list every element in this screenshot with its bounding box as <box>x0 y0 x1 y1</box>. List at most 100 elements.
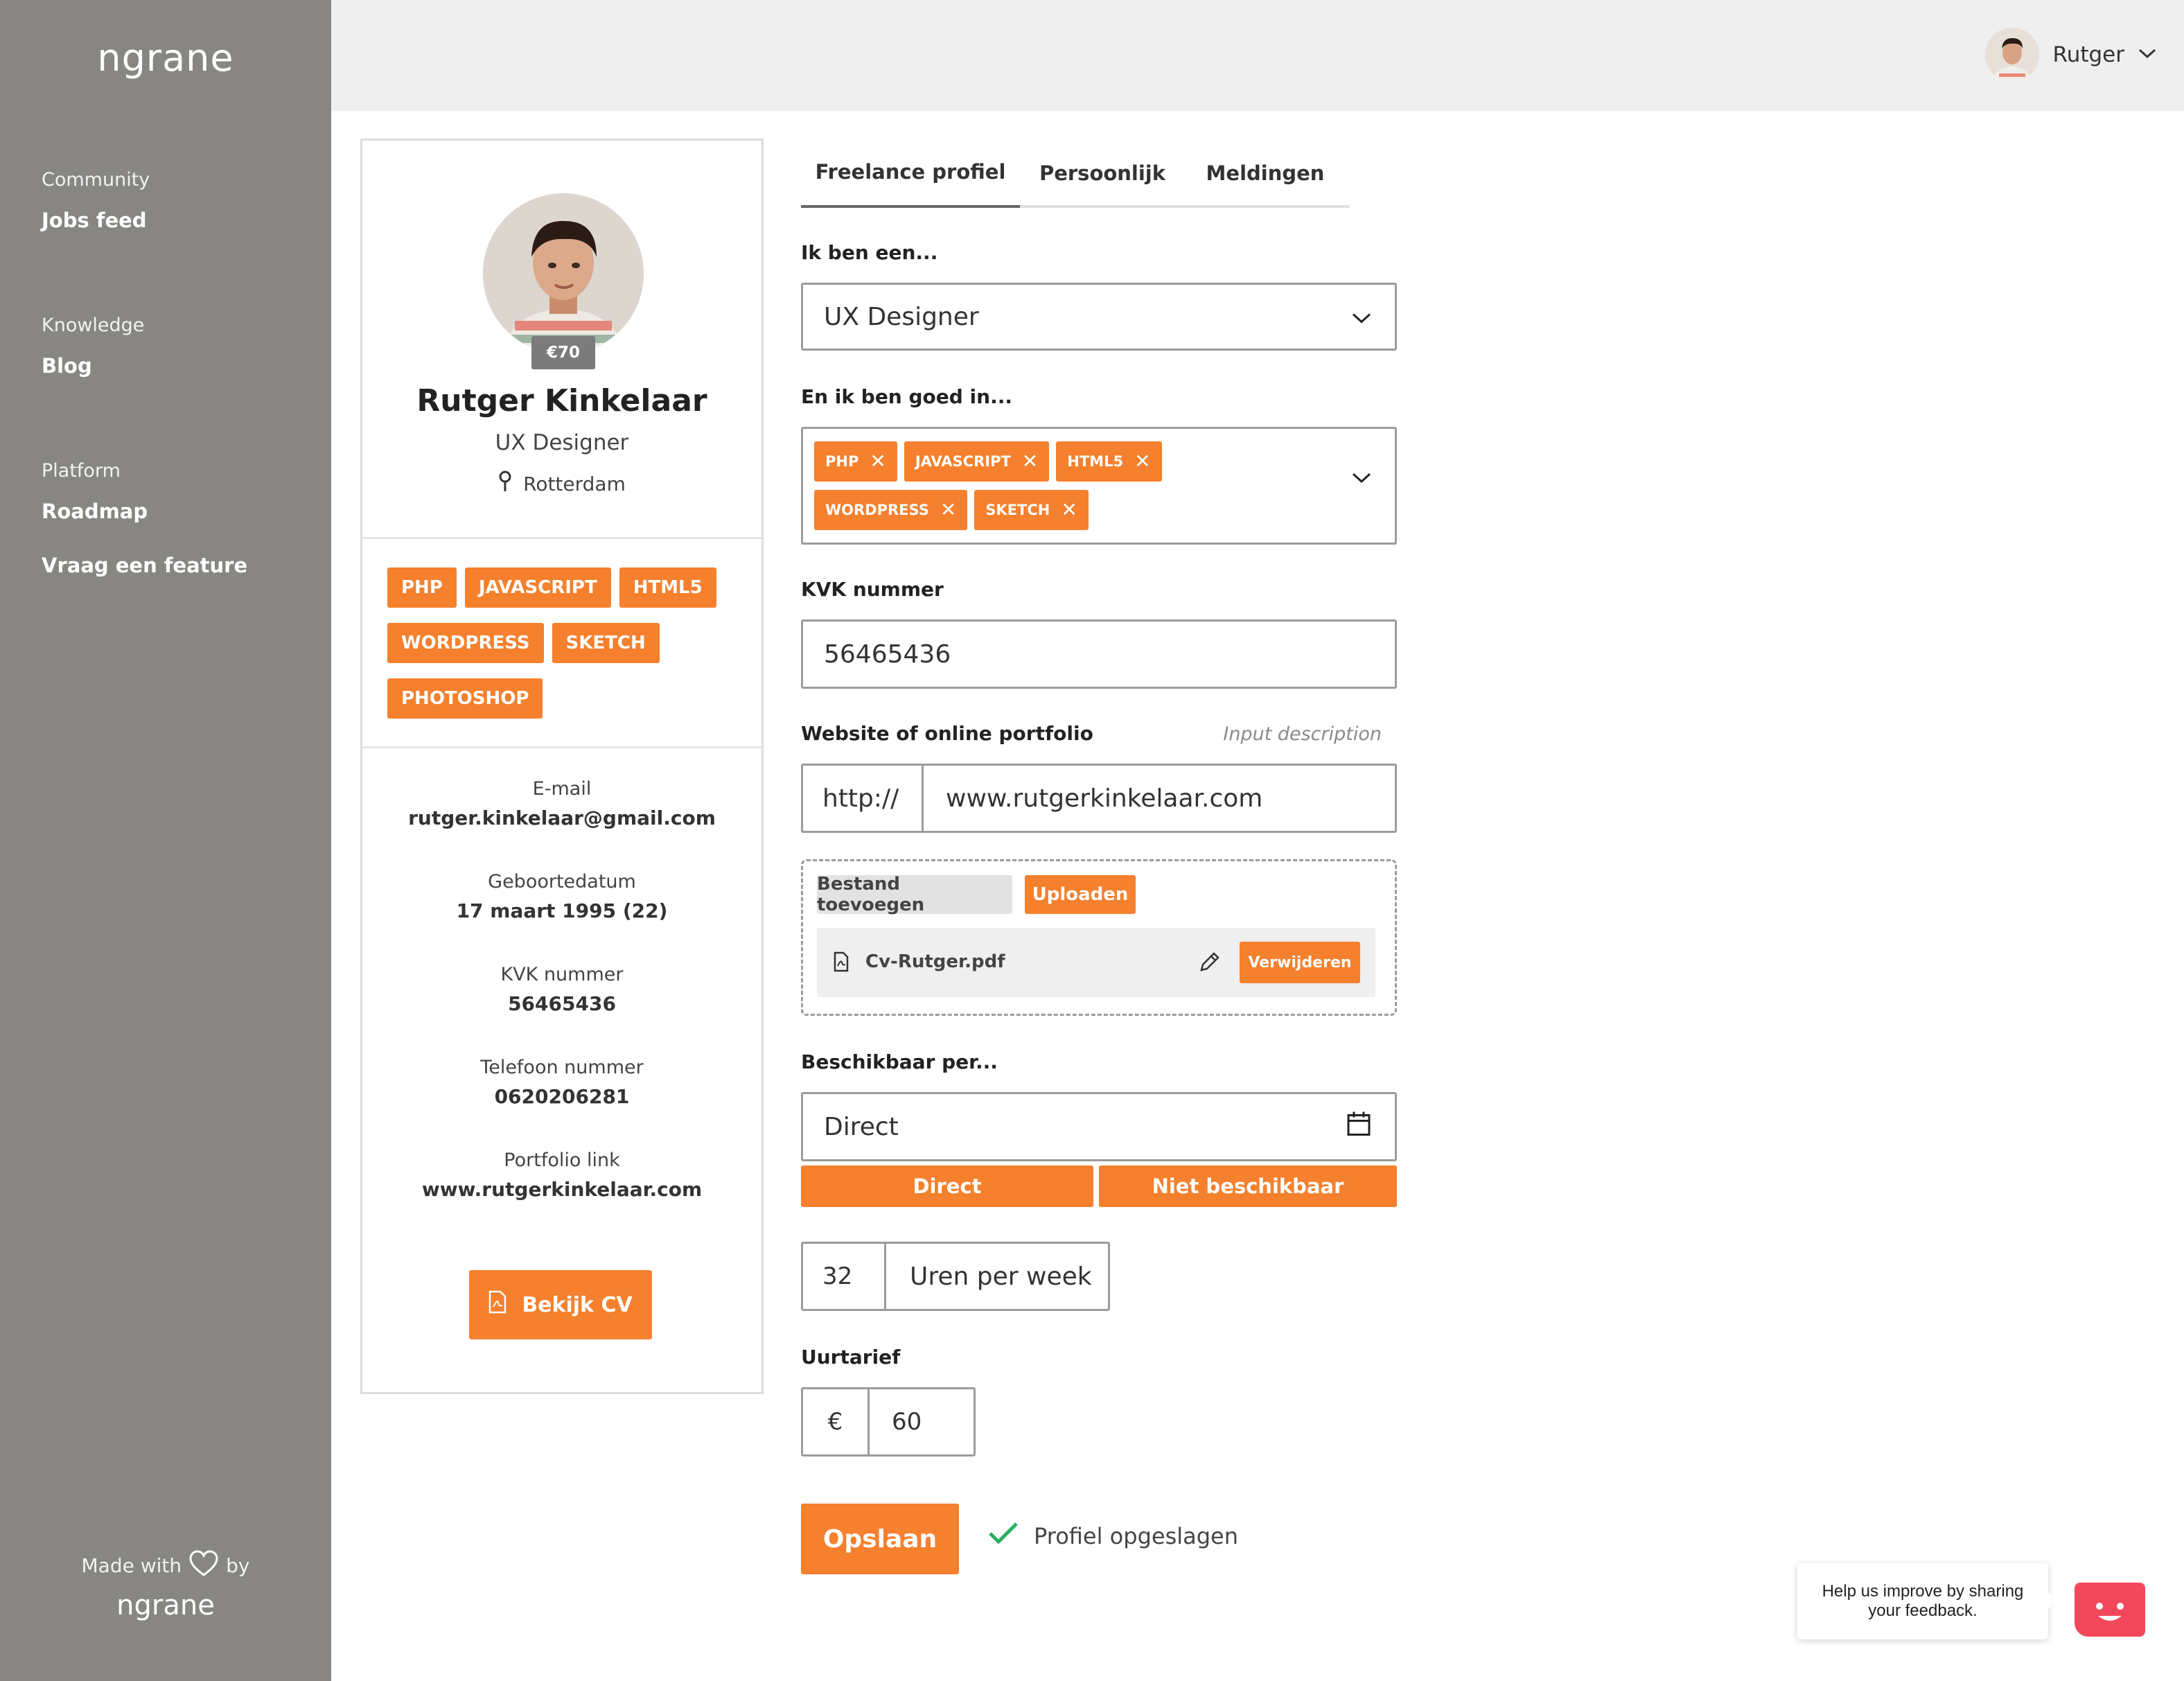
pdf-icon <box>488 1290 507 1319</box>
skill-tag: WORDPRESS <box>387 623 544 663</box>
skill-tag: PHP <box>387 567 457 608</box>
selected-skills: PHP ✕ JAVASCRIPT ✕ HTML5 ✕ WORDPRESS ✕ SKETC… <box>814 441 1174 530</box>
check-icon <box>988 1522 1019 1551</box>
nav-link-feature-request[interactable]: Vraag een feature <box>42 554 247 577</box>
info-value: rutger.kinkelaar@gmail.com <box>408 807 716 829</box>
view-cv-label: Bekijk CV <box>522 1292 633 1317</box>
close-icon[interactable]: ✕ <box>1134 452 1150 471</box>
skill-tag: PHOTOSHOP <box>387 678 543 719</box>
info-value[interactable]: www.rutgerkinkelaar.com <box>362 1178 761 1201</box>
skill-chip[interactable]: HTML5 ✕ <box>1056 441 1162 482</box>
profile-name: Rutger Kinkelaar <box>416 383 707 419</box>
nav-link-jobs-feed[interactable]: Jobs feed <box>42 209 150 232</box>
save-button[interactable]: Opslaan <box>801 1504 959 1574</box>
upload-button[interactable]: Uploaden <box>1025 875 1136 914</box>
website-hint: Input description <box>1223 723 1382 745</box>
skill-chip-label: HTML5 <box>1067 453 1124 470</box>
info-label: Geboortedatum <box>488 871 636 892</box>
feedback-tooltip[interactable]: Help us improve by sharing your feedback… <box>1797 1563 2057 1639</box>
nav-group-community: Community Jobs feed <box>42 169 150 232</box>
skill-chip[interactable]: SKETCH ✕ <box>974 490 1089 530</box>
pencil-icon[interactable] <box>1198 950 1222 976</box>
user-menu[interactable]: Rutger <box>1984 28 2156 82</box>
feedback-text: Help us improve by sharing your feedback… <box>1822 1582 2024 1620</box>
skill-chip[interactable]: JAVASCRIPT ✕ <box>904 441 1050 482</box>
close-icon[interactable]: ✕ <box>870 452 886 471</box>
nav-link-roadmap[interactable]: Roadmap <box>42 500 247 523</box>
saved-status: Profiel opgeslagen <box>988 1522 1238 1551</box>
calendar-icon[interactable] <box>1346 1111 1371 1143</box>
skill-chip-label: JAVASCRIPT <box>915 453 1011 470</box>
close-icon[interactable]: ✕ <box>1022 452 1038 471</box>
tab-freelance-profile[interactable]: Freelance profiel <box>801 139 1020 208</box>
uploaded-file-row: Cv-Rutger.pdf Verwijderen <box>817 928 1375 997</box>
hours-input[interactable]: 32 Uren per week <box>801 1242 1110 1311</box>
view-cv-button[interactable]: Bekijk CV <box>469 1270 652 1339</box>
available-option-direct[interactable]: Direct <box>801 1165 1093 1207</box>
profile-avatar <box>483 193 644 354</box>
rate-value: 60 <box>892 1408 922 1436</box>
skill-chip[interactable]: PHP ✕ <box>814 441 897 482</box>
kvk-value: 56465436 <box>824 640 951 669</box>
hours-unit: Uren per week <box>910 1262 1092 1291</box>
made-with-credit: Made with by <box>0 1549 331 1582</box>
profile-location: Rotterdam <box>362 470 761 498</box>
skill-tag: JAVASCRIPT <box>464 567 611 608</box>
tab-notifications[interactable]: Meldingen <box>1185 139 1346 208</box>
role-select[interactable]: UX Designer <box>801 283 1397 351</box>
skill-chip[interactable]: WORDPRESS ✕ <box>814 490 968 530</box>
file-name: Cv-Rutger.pdf <box>865 951 1005 972</box>
website-prefix: http:// <box>803 766 924 831</box>
available-date-input[interactable]: Direct <box>801 1092 1397 1161</box>
divider <box>362 537 761 539</box>
nav-link-blog[interactable]: Blog <box>42 354 144 378</box>
tab-personal[interactable]: Persoonlijk <box>1020 139 1185 208</box>
kvk-label: KVK nummer <box>801 578 944 601</box>
user-name[interactable]: Rutger <box>2053 42 2124 67</box>
pdf-icon <box>834 951 849 975</box>
info-birthdate: Geboortedatum 17 maart 1995 (22) <box>362 871 761 922</box>
skill-chip-label: PHP <box>825 453 859 470</box>
chevron-down-icon[interactable] <box>2138 48 2156 62</box>
close-icon[interactable]: ✕ <box>940 500 956 520</box>
nav-group-knowledge: Knowledge Blog <box>42 315 144 378</box>
kvk-input[interactable]: 56465436 <box>801 619 1397 689</box>
website-label: Website of online portfolio <box>801 722 1093 745</box>
close-icon[interactable]: ✕ <box>1061 500 1077 520</box>
tab-bar: Freelance profiel Persoonlijk Meldingen <box>801 139 1350 208</box>
role-value: UX Designer <box>824 302 979 331</box>
skill-tag: SKETCH <box>552 623 660 663</box>
info-label: Telefoon nummer <box>480 1057 644 1078</box>
chevron-down-icon[interactable] <box>1352 462 1371 491</box>
footer-logo: ngrane <box>116 1590 215 1621</box>
currency-symbol: € <box>803 1389 870 1454</box>
info-label: Portfolio link <box>504 1150 620 1171</box>
hours-value: 32 <box>803 1244 886 1309</box>
info-value: 56465436 <box>508 992 616 1015</box>
website-input[interactable]: http:// www.rutgerkinkelaar.com <box>801 764 1397 833</box>
app-logo[interactable]: ngrane <box>0 36 331 80</box>
skills-multiselect[interactable]: PHP ✕ JAVASCRIPT ✕ HTML5 ✕ WORDPRESS ✕ SKETC… <box>801 427 1397 545</box>
top-bar: Rutger <box>331 0 2184 111</box>
profile-card: €70 Rutger Kinkelaar UX Designer Rotterd… <box>360 139 764 1394</box>
location-pin-icon <box>498 470 512 498</box>
skill-tag: HTML5 <box>619 567 716 608</box>
rate-badge: €70 <box>531 336 595 369</box>
sidebar: ngrane Community Jobs feed Knowledge Blo… <box>0 0 331 1681</box>
info-value: 17 maart 1995 (22) <box>456 899 668 922</box>
file-upload-area[interactable]: Bestand toevoegen Uploaden Cv-Rutger.pdf… <box>801 859 1397 1016</box>
saved-message: Profiel opgeslagen <box>1034 1523 1239 1549</box>
remove-file-button[interactable]: Verwijderen <box>1240 942 1360 983</box>
available-option-unavailable[interactable]: Niet beschikbaar <box>1099 1165 1397 1207</box>
nav-group-platform: Platform Roadmap Vraag een feature <box>42 460 247 577</box>
divider <box>362 746 761 748</box>
info-value: 0620206281 <box>494 1085 630 1108</box>
info-label: E-mail <box>532 778 592 800</box>
feedback-smiley-icon[interactable] <box>2075 1583 2145 1637</box>
rate-input[interactable]: € 60 <box>801 1387 976 1456</box>
add-file-button[interactable]: Bestand toevoegen <box>817 874 1012 915</box>
made-with-text: Made with <box>81 1554 182 1577</box>
available-label: Beschikbaar per... <box>801 1050 998 1073</box>
user-avatar[interactable] <box>1984 28 2039 82</box>
role-label: Ik ben een... <box>801 241 938 264</box>
